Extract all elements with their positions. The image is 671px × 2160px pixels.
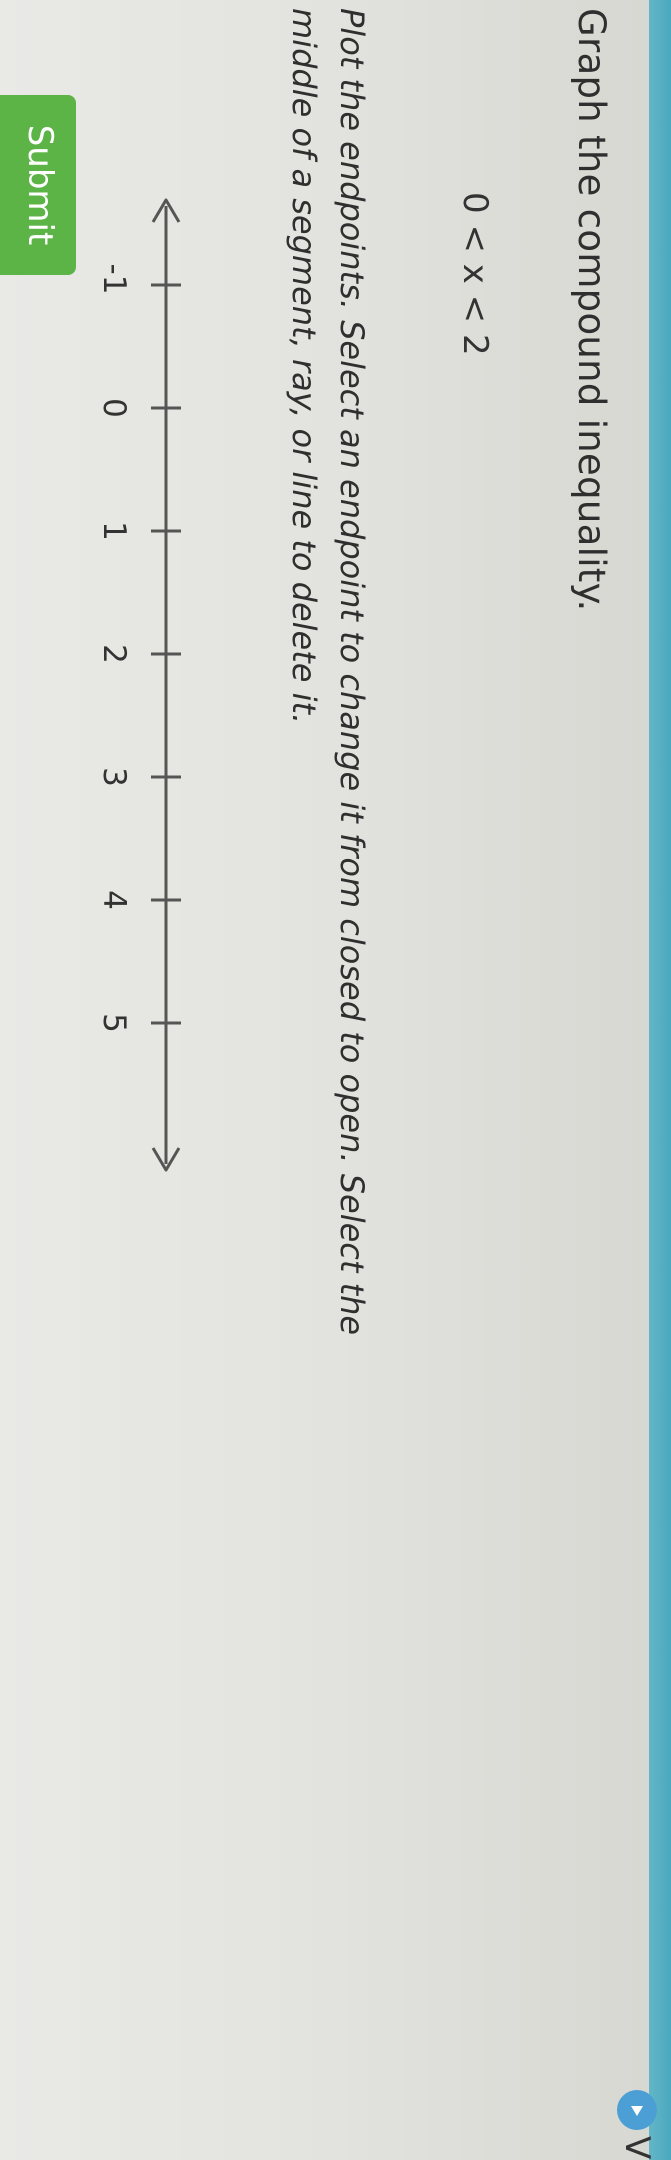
tick-label: 5 — [96, 1013, 132, 1033]
question-title: Graph the compound inequality. — [570, 8, 613, 612]
content-area: Graph the compound inequality. 0 < x < 2… — [0, 0, 671, 2160]
video-button[interactable]: Vi — [617, 2090, 657, 2160]
play-icon — [617, 2090, 657, 2130]
page: Graph the compound inequality. 0 < x < 2… — [0, 0, 671, 2160]
tick-label: 3 — [96, 767, 132, 787]
submit-button[interactable]: Submit — [0, 95, 76, 275]
tick-label: 2 — [96, 644, 132, 664]
submit-label: Submit — [20, 124, 61, 246]
inequality-expression: 0 < x < 2 — [455, 192, 495, 356]
instructions-text: Plot the endpoints. Select an endpoint t… — [285, 8, 371, 1336]
tick-label: 1 — [96, 521, 132, 541]
tick-label: -1 — [96, 264, 132, 295]
video-label: Vi — [617, 2136, 657, 2160]
tick-label: 0 — [96, 398, 132, 418]
tick-label: 4 — [96, 890, 132, 910]
number-line[interactable]: -1 0 1 2 3 4 5 — [31, 190, 211, 1180]
